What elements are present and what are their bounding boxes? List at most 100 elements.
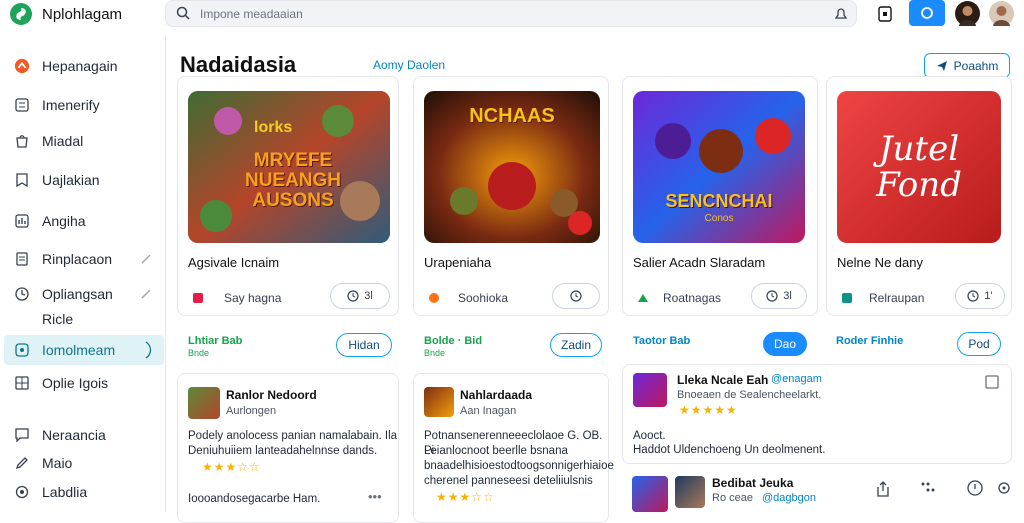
notifications-icon[interactable]	[874, 3, 896, 25]
card-stat-value: 3l	[364, 290, 373, 302]
card-stat-value: 1'	[984, 290, 993, 302]
sidebar-item-label: Oplie Igois	[42, 375, 109, 391]
sidebar-item-label: Labdlia	[42, 484, 88, 500]
card-meta: Soohioka	[458, 291, 509, 305]
share-icon[interactable]	[876, 481, 890, 502]
sidebar-item-active[interactable]: Iomolmeam	[4, 335, 164, 365]
avatar-secondary[interactable]	[989, 1, 1014, 26]
clock-icon	[570, 290, 582, 302]
rating-stars: ★★★☆☆	[202, 460, 261, 474]
review-body: Podely anolocess panian namalabain. Ila	[188, 430, 398, 442]
review-handle[interactable]: @enagam	[771, 373, 822, 385]
app-logo-icon[interactable]	[10, 3, 32, 25]
review-body: bnaadelhisioestodtoogsonnigerhiaioe	[424, 460, 614, 472]
sidebar-item-clock[interactable]: Opliangsan	[4, 279, 164, 309]
game-art[interactable]: Jutel Fond	[837, 91, 1001, 243]
sidebar-item-document[interactable]: Rinplacaon	[4, 244, 164, 274]
settings-icon[interactable]	[996, 480, 1012, 501]
review-footer: Haddot Uldenchoeng Un deolmenent.	[633, 444, 826, 456]
card-title: Nelne Ne dany	[837, 255, 923, 270]
sidebar-item-bag[interactable]: Miadal	[4, 126, 164, 156]
game-card[interactable]: Jutel Fond Nelne Ne dany Relraupan 1'	[826, 76, 1012, 316]
card-tag: Lhtiar Bab	[188, 335, 243, 347]
card-action-button[interactable]: Pod	[957, 332, 1001, 356]
search-icon	[176, 6, 190, 25]
card-stat-pill[interactable]: 1'	[955, 283, 1005, 309]
platform-icon	[637, 291, 649, 309]
review-thumbnail	[188, 387, 220, 419]
game-art[interactable]: NCHAAS	[424, 91, 600, 243]
send-icon	[936, 60, 948, 72]
bookmark-icon[interactable]	[985, 375, 999, 394]
game-art-title: NCHAAS	[469, 105, 555, 127]
sidebar-item-label: Neraancia	[42, 427, 106, 443]
more-icon[interactable]: •••	[368, 489, 382, 504]
card-meta: Relraupan	[869, 291, 925, 305]
bag-icon	[14, 133, 30, 149]
card-action-button[interactable]: Zadin	[550, 333, 602, 357]
sidebar-item-sub-label: Ricle	[42, 311, 74, 327]
clock-icon	[14, 286, 30, 302]
game-card[interactable]: NCHAAS Urapeniaha Soohioka	[413, 76, 609, 316]
review-body: Deniuhuiiem lanteadahelnnse dands.	[188, 445, 378, 457]
avatar[interactable]	[955, 1, 980, 26]
sidebar-item-pencil[interactable]: Maio	[4, 448, 164, 478]
sidebar-item-grid[interactable]: Oplie Igois	[4, 368, 164, 398]
review-thumbnail	[633, 373, 667, 407]
sidebar-item-chart[interactable]: Angiha	[4, 206, 164, 236]
review-name: Lleka Ncale Eah	[677, 373, 769, 387]
platform-icon	[192, 291, 204, 309]
bell-icon[interactable]	[834, 7, 848, 26]
game-art[interactable]: SENCNCHAI Conos	[633, 91, 805, 243]
sidebar-item-home[interactable]: Hepanagain	[4, 51, 164, 81]
game-art-subtitle: Conos	[704, 213, 734, 224]
card-title: Urapeniaha	[424, 255, 492, 270]
review-handle[interactable]: @dagbgon	[762, 492, 816, 504]
edit-icon[interactable]	[140, 252, 152, 270]
review-body: Leianlocnoot beerlle bsnana	[424, 445, 568, 457]
card-stat-pill[interactable]: 3l	[751, 283, 807, 309]
review-name: Ranlor Nedoord	[226, 388, 317, 402]
top-action-button[interactable]: Poaahm	[924, 53, 1010, 78]
search-input[interactable]: Impone meadaaian	[200, 7, 303, 21]
sidebar-item-settings[interactable]: Labdlia	[4, 477, 164, 507]
home-icon	[14, 58, 30, 74]
sidebar-item-bookmark[interactable]: Uajlakian	[4, 165, 164, 195]
search-bar[interactable]: Impone meadaaian	[165, 0, 857, 27]
review-thumbnail	[632, 476, 668, 512]
sidebar-item-label: Rinplacaon	[42, 251, 113, 267]
game-card[interactable]: SENCNCHAI Conos Salier Acadn Slaradam Ro…	[622, 76, 818, 316]
card-stat-pill[interactable]: 3l	[330, 283, 390, 309]
card-meta: Say hagna	[224, 291, 282, 305]
card-tag: Taotor Bab	[633, 335, 691, 347]
chat-icon[interactable]	[909, 0, 945, 26]
grid-icon	[14, 375, 30, 391]
edit-icon[interactable]	[140, 287, 152, 305]
card-action-button[interactable]: Hidan	[336, 333, 392, 357]
subtitle-link[interactable]: Aomy Daolen	[373, 58, 445, 72]
review-sub: Aan Inagan	[460, 405, 517, 417]
review-footer: Ioooandosegacarbe Ham.	[188, 493, 321, 505]
dots-icon[interactable]	[920, 481, 936, 500]
sidebar-item-identity[interactable]: Imenerify	[4, 90, 164, 120]
card-tag: Bolde · Bid	[424, 335, 483, 347]
clock-icon	[766, 290, 778, 302]
game-art-title: MRYEFE NUEANGH AUSONS	[244, 150, 342, 211]
info-icon[interactable]	[967, 480, 983, 501]
chart-icon	[14, 213, 30, 229]
document-icon	[14, 251, 30, 267]
pencil-icon	[14, 455, 30, 471]
app-brand: Nplohlagam	[42, 6, 123, 23]
card-stat-value: 3l	[783, 290, 792, 302]
review-name: Nahlardaada	[460, 388, 533, 402]
card-action-button[interactable]: Dao	[763, 332, 807, 356]
settings-icon	[14, 484, 30, 500]
sidebar-item-label: Hepanagain	[42, 58, 118, 74]
platform-icon	[428, 291, 440, 309]
game-art[interactable]: lorks MRYEFE NUEANGH AUSONS	[188, 91, 390, 243]
sidebar-item-message[interactable]: Neraancia	[4, 420, 164, 450]
card-stat-pill[interactable]	[552, 283, 600, 309]
rating-stars: ★★★★★	[679, 403, 738, 417]
game-card[interactable]: lorks MRYEFE NUEANGH AUSONS Agsivale Icn…	[177, 76, 399, 316]
sidebar-item-label: Opliangsan	[42, 286, 113, 302]
